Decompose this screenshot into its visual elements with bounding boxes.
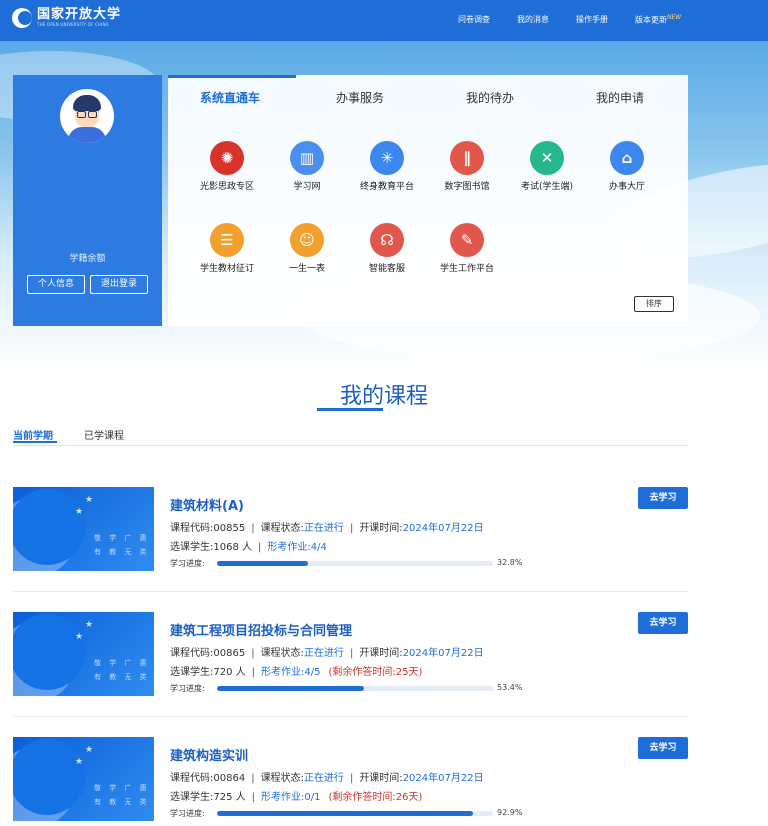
tab-completed-courses[interactable]: 已学课程	[84, 427, 124, 442]
progress-percent: 32.8%	[497, 558, 523, 567]
logo-name-cn: 国家开放大学	[37, 7, 122, 22]
headset-icon: ☊	[370, 223, 404, 257]
tab-current-semester[interactable]: 当前学期	[13, 427, 53, 442]
course-meta-row: 课程代码:00855 | 课程状态:正在进行 | 开课时间:2024年07月22日	[170, 523, 484, 534]
service-learning-site[interactable]: ▥ 学习网	[262, 141, 352, 192]
progress-label: 学习进度:	[170, 559, 205, 568]
course-meta-row: 课程代码:00864 | 课程状态:正在进行 | 开课时间:2024年07月22日	[170, 773, 484, 784]
balance-label: 学籍余额	[69, 254, 106, 264]
tab-my-todo[interactable]: 我的待办	[466, 89, 514, 106]
top-header: 国家开放大学 THE OPEN UNIVERSITY OF CHINA 问卷调查…	[0, 0, 768, 41]
course-card: ★ ★ 敬 学 广 惠有 教 无 类 建筑工程项目招投标与合同管理 课程代码:0…	[0, 612, 768, 712]
service-panel: 系统直通车 办事服务 我的待办 我的申请 ✺ 光影思政专区 ▥ 学习网 ✳ 终身…	[168, 75, 688, 326]
sparkle-icon: ✳	[370, 141, 404, 175]
person-icon: ☺	[290, 223, 324, 257]
star-icon: ★	[85, 620, 94, 630]
tab-my-applications[interactable]: 我的申请	[596, 89, 644, 106]
go-study-button[interactable]: 去学习	[638, 612, 688, 634]
nav-survey[interactable]: 问卷调查	[458, 14, 490, 25]
course-thumbnail[interactable]: ★ ★ 敬 学 广 惠有 教 无 类	[13, 612, 154, 696]
progress-bar	[217, 561, 493, 566]
course-tab-indicator	[13, 441, 57, 443]
service-lifelong-education[interactable]: ✳ 终身教育平台	[342, 141, 432, 192]
bookshelf-icon: ∥	[450, 141, 484, 175]
course-tab-divider	[13, 445, 688, 446]
reading-student-icon: ✎	[450, 223, 484, 257]
star-icon: ★	[75, 507, 84, 517]
service-textbook-order[interactable]: ☰ 学生教材征订	[182, 223, 272, 274]
my-courses-title: 我的课程	[339, 384, 428, 409]
go-study-button[interactable]: 去学习	[638, 487, 688, 509]
assignment-link[interactable]: 形考作业:4/5	[261, 667, 320, 678]
sort-button[interactable]: 排序	[634, 296, 674, 312]
service-smart-support[interactable]: ☊ 智能客服	[342, 223, 432, 274]
building-icon: ⌂	[610, 141, 644, 175]
progress-percent: 92.9%	[497, 808, 523, 817]
course-title[interactable]: 建筑工程项目招投标与合同管理	[170, 620, 352, 639]
course-stats-row: 选课学生:1068 人 | 形考作业:4/4	[170, 542, 327, 553]
course-thumbnail[interactable]: ★ ★ 敬 学 广 惠有 教 无 类	[13, 737, 154, 821]
list-icon: ☰	[210, 223, 244, 257]
logo-moon-icon	[12, 8, 32, 28]
nav-version-update[interactable]: 版本更新NEW	[635, 14, 681, 26]
film-reel-icon: ✺	[210, 141, 244, 175]
course-thumbnail[interactable]: ★ ★ 敬 学 广 惠有 教 无 类	[13, 487, 154, 571]
progress-label: 学习进度:	[170, 684, 205, 693]
service-political-education[interactable]: ✺ 光影思政专区	[182, 141, 272, 192]
course-status: 正在进行	[303, 523, 344, 534]
personal-info-button[interactable]: 个人信息	[27, 275, 85, 294]
progress-percent: 53.4%	[497, 683, 523, 692]
assignment-link[interactable]: 形考作业:4/4	[267, 542, 326, 553]
course-status: 正在进行	[303, 648, 344, 659]
remaining-time: (剩余作答时间:25天)	[328, 667, 423, 678]
assignment-link[interactable]: 形考作业:0/1	[261, 792, 320, 803]
star-icon: ★	[85, 495, 94, 505]
service-affairs-hall[interactable]: ⌂ 办事大厅	[582, 141, 672, 192]
star-icon: ★	[75, 757, 84, 767]
nav-messages[interactable]: 我的消息	[517, 14, 549, 25]
active-tab-indicator	[168, 75, 296, 78]
tab-system-shortcuts[interactable]: 系统直通车	[200, 89, 260, 106]
course-status: 正在进行	[303, 773, 344, 784]
pencil-ruler-icon: ✕	[530, 141, 564, 175]
star-icon: ★	[75, 632, 84, 642]
course-title[interactable]: 建筑材料(A)	[170, 495, 244, 514]
nav-manual[interactable]: 操作手册	[576, 14, 608, 25]
title-underline	[317, 408, 383, 411]
new-badge: NEW	[667, 14, 682, 21]
logo-name-en: THE OPEN UNIVERSITY OF CHINA	[37, 22, 109, 27]
avatar[interactable]	[60, 89, 114, 143]
course-stats-row: 选课学生:720 人 | 形考作业:4/5 (剩余作答时间:25天)	[170, 667, 423, 678]
logout-button[interactable]: 退出登录	[90, 275, 148, 294]
open-book-icon: ▥	[290, 141, 324, 175]
course-title[interactable]: 建筑构造实训	[170, 745, 248, 764]
progress-bar	[217, 686, 493, 691]
course-meta-row: 课程代码:00865 | 课程状态:正在进行 | 开课时间:2024年07月22日	[170, 648, 484, 659]
service-digital-library[interactable]: ∥ 数字图书馆	[422, 141, 512, 192]
go-study-button[interactable]: 去学习	[638, 737, 688, 759]
star-icon: ★	[85, 745, 94, 755]
course-card: ★ ★ 敬 学 广 惠有 教 无 类 建筑构造实训 课程代码:00864 | 课程状…	[0, 737, 768, 826]
course-card: ★ ★ 敬 学 广 惠有 教 无 类 建筑材料(A) 课程代码:00855 | 课程…	[0, 487, 768, 587]
profile-card: 学籍余额 个人信息 退出登录	[13, 75, 162, 326]
course-stats-row: 选课学生:725 人 | 形考作业:0/1 (剩余作答时间:26天)	[170, 792, 423, 803]
remaining-time: (剩余作答时间:26天)	[328, 792, 423, 803]
service-life-record[interactable]: ☺ 一生一表	[262, 223, 352, 274]
progress-label: 学习进度:	[170, 809, 205, 818]
tab-services[interactable]: 办事服务	[336, 89, 384, 106]
progress-bar	[217, 811, 493, 816]
university-logo[interactable]: 国家开放大学 THE OPEN UNIVERSITY OF CHINA	[12, 8, 121, 28]
service-student-work[interactable]: ✎ 学生工作平台	[422, 223, 512, 274]
service-exam[interactable]: ✕ 考试(学生端)	[502, 141, 592, 192]
